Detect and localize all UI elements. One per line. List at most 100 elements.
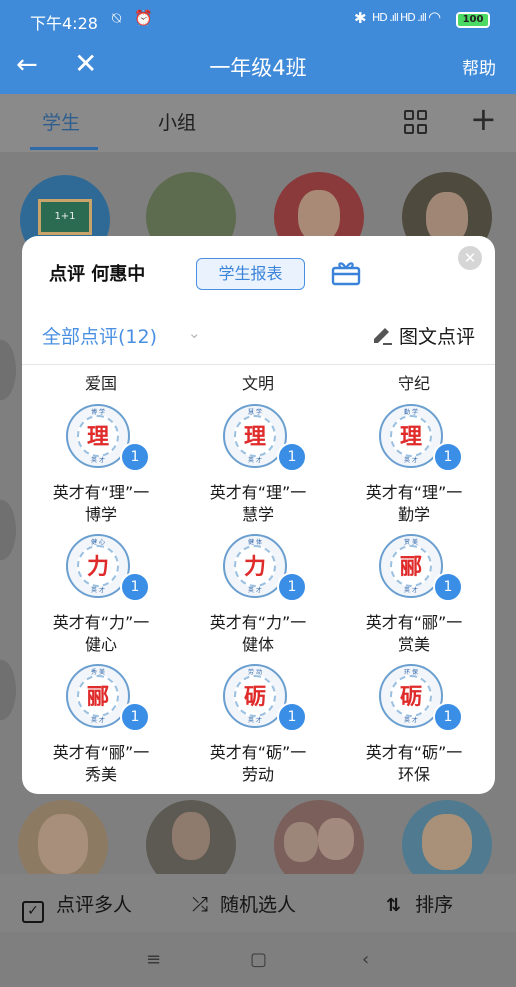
medal-badge: 赏 美 郦 英 才 1 bbox=[379, 534, 463, 602]
review-item[interactable]: 勤 学 理 英 才 1 英才有“理”一 勤学 bbox=[335, 404, 493, 534]
back-icon[interactable]: ‹ bbox=[362, 949, 369, 970]
count-badge: 1 bbox=[277, 572, 307, 602]
menu-icon[interactable]: ≡ bbox=[146, 949, 161, 970]
label-line1: 英才有“理”一 bbox=[52, 483, 150, 502]
avatar-face bbox=[38, 814, 88, 874]
label-line1: 英才有“砺”一 bbox=[365, 743, 463, 762]
sort-button[interactable]: ⇅ 排序 bbox=[386, 890, 453, 917]
multi-check-icon: ✓ bbox=[22, 901, 44, 923]
add-icon[interactable]: + bbox=[470, 100, 497, 138]
review-item[interactable]: 劳 动 砺 英 才 1 英才有“砺”一 劳动 bbox=[179, 664, 337, 794]
medal-top-text: 秀 美 bbox=[91, 669, 105, 676]
avatar-face bbox=[284, 822, 318, 862]
review-item[interactable]: 博 学 理 英 才 1 英才有“理”一 博学 bbox=[22, 404, 180, 534]
medal-char: 理 bbox=[399, 424, 422, 450]
dialog-close-button[interactable]: ✕ bbox=[458, 246, 482, 270]
label-line2: 勤学 bbox=[397, 505, 430, 524]
medal-bottom-text: 英 才 bbox=[404, 457, 418, 464]
random-pick-label: 随机选人 bbox=[220, 894, 297, 916]
tab-groups[interactable]: 小组 bbox=[158, 108, 196, 135]
label-line1: 英才有“力”一 bbox=[52, 613, 150, 632]
avatar-face bbox=[298, 190, 340, 242]
review-item-label: 英才有“力”一 健心 bbox=[22, 612, 180, 656]
pencil-icon bbox=[373, 328, 392, 345]
medal-bottom-text: 英 才 bbox=[404, 717, 418, 724]
label-line1: 英才有“砺”一 bbox=[209, 743, 307, 762]
label-line1: 英才有“理”一 bbox=[365, 483, 463, 502]
medal-bottom-text: 英 才 bbox=[248, 587, 262, 594]
count-badge: 1 bbox=[277, 442, 307, 472]
tab-bar: 学生 小组 + bbox=[0, 94, 516, 152]
medal-char: 力 bbox=[243, 554, 266, 580]
dialog-title: 点评 何惠中 bbox=[49, 264, 146, 285]
tab-indicator bbox=[30, 147, 98, 150]
medal-top-text: 劳 动 bbox=[248, 669, 262, 676]
review-item-label: 英才有“郦”一 秀美 bbox=[22, 742, 180, 786]
count-badge: 1 bbox=[120, 702, 150, 732]
review-item[interactable]: 赏 美 郦 英 才 1 英才有“郦”一 赏美 bbox=[335, 534, 493, 664]
label-line2: 健体 bbox=[241, 635, 274, 654]
review-item[interactable]: 健 心 力 英 才 1 英才有“力”一 健心 bbox=[22, 534, 180, 664]
medal-badge: 环 保 砺 英 才 1 bbox=[379, 664, 463, 732]
medal-bottom-text: 英 才 bbox=[91, 457, 105, 464]
label-line1: 英才有“理”一 bbox=[209, 483, 307, 502]
avatar-face bbox=[422, 814, 472, 870]
multi-review-button[interactable]: ✓ 点评多人 bbox=[22, 890, 132, 923]
image-review-button[interactable]: 图文点评 bbox=[371, 322, 475, 349]
review-item-label: 英才有“砺”一 环保 bbox=[335, 742, 493, 786]
grid-view-icon[interactable] bbox=[404, 110, 428, 134]
label-line2: 健心 bbox=[84, 635, 117, 654]
random-pick-button[interactable]: ⤮ 随机选人 bbox=[192, 890, 296, 917]
medal-badge: 博 学 理 英 才 1 bbox=[66, 404, 150, 472]
review-item-label: 英才有“理”一 慧学 bbox=[179, 482, 337, 526]
student-avatar[interactable] bbox=[0, 660, 16, 720]
medal-top-text: 赏 美 bbox=[404, 539, 418, 546]
count-badge: 1 bbox=[277, 702, 307, 732]
board-icon: 1+1 bbox=[38, 199, 92, 235]
shuffle-icon: ⤮ bbox=[192, 892, 208, 916]
review-item[interactable]: 环 保 砺 英 才 1 英才有“砺”一 环保 bbox=[335, 664, 493, 794]
avatar-face bbox=[172, 812, 210, 860]
student-avatar[interactable] bbox=[0, 340, 16, 400]
divider bbox=[22, 364, 495, 365]
medal-top-text: 博 学 bbox=[91, 409, 105, 416]
medal-top-text: 勤 学 bbox=[404, 409, 418, 416]
signal-icon: HD .ıll bbox=[400, 11, 427, 24]
medal-char: 砺 bbox=[399, 684, 422, 710]
medal-char: 砺 bbox=[243, 684, 266, 710]
medal-char: 理 bbox=[86, 424, 109, 450]
wifi-icon: ◠ bbox=[428, 8, 442, 26]
label-line2: 博学 bbox=[84, 505, 117, 524]
review-item[interactable]: 健 体 力 英 才 1 英才有“力”一 健体 bbox=[179, 534, 337, 664]
medal-badge: 慧 学 理 英 才 1 bbox=[223, 404, 307, 472]
multi-review-label: 点评多人 bbox=[56, 894, 133, 916]
count-badge: 1 bbox=[433, 572, 463, 602]
medal-badge: 健 体 力 英 才 1 bbox=[223, 534, 307, 602]
chevron-down-icon[interactable]: ⌄ bbox=[188, 324, 201, 342]
gift-icon[interactable] bbox=[331, 260, 361, 290]
medal-badge: 健 心 力 英 才 1 bbox=[66, 534, 150, 602]
app-header: ← ✕ 一年级4班 帮助 bbox=[0, 40, 516, 94]
help-button[interactable]: 帮助 bbox=[462, 54, 496, 79]
medal-top-text: 健 体 bbox=[248, 539, 262, 546]
medal-bottom-text: 英 才 bbox=[91, 717, 105, 724]
label-line2: 劳动 bbox=[241, 765, 274, 784]
home-icon[interactable]: ▢ bbox=[250, 949, 267, 970]
label-line1: 英才有“郦”一 bbox=[52, 743, 150, 762]
medal-bottom-text: 英 才 bbox=[248, 717, 262, 724]
medal-bottom-text: 英 才 bbox=[91, 587, 105, 594]
bluetooth-icon: ✱ bbox=[354, 9, 367, 27]
student-avatar[interactable] bbox=[0, 500, 16, 560]
page-title: 一年级4班 bbox=[209, 56, 307, 80]
tab-students[interactable]: 学生 bbox=[42, 108, 80, 135]
review-item-label: 英才有“力”一 健体 bbox=[179, 612, 337, 656]
status-bar: 下午4:28 ⍉ ⏰ ✱ HD .ıll HD .ıll ◠ 100 bbox=[0, 0, 516, 40]
student-report-button[interactable]: 学生报表 bbox=[196, 258, 305, 290]
review-item[interactable]: 秀 美 郦 英 才 1 英才有“郦”一 秀美 bbox=[22, 664, 180, 794]
review-filter-dropdown[interactable]: 全部点评(12) bbox=[42, 322, 157, 349]
gift-icon-svg bbox=[331, 262, 361, 286]
review-item[interactable]: 慧 学 理 英 才 1 英才有“理”一 慧学 bbox=[179, 404, 337, 534]
battery-icon: 100 bbox=[456, 12, 490, 28]
sort-label: 排序 bbox=[415, 894, 454, 916]
system-nav-bar: ≡ ▢ ‹ bbox=[0, 932, 516, 987]
